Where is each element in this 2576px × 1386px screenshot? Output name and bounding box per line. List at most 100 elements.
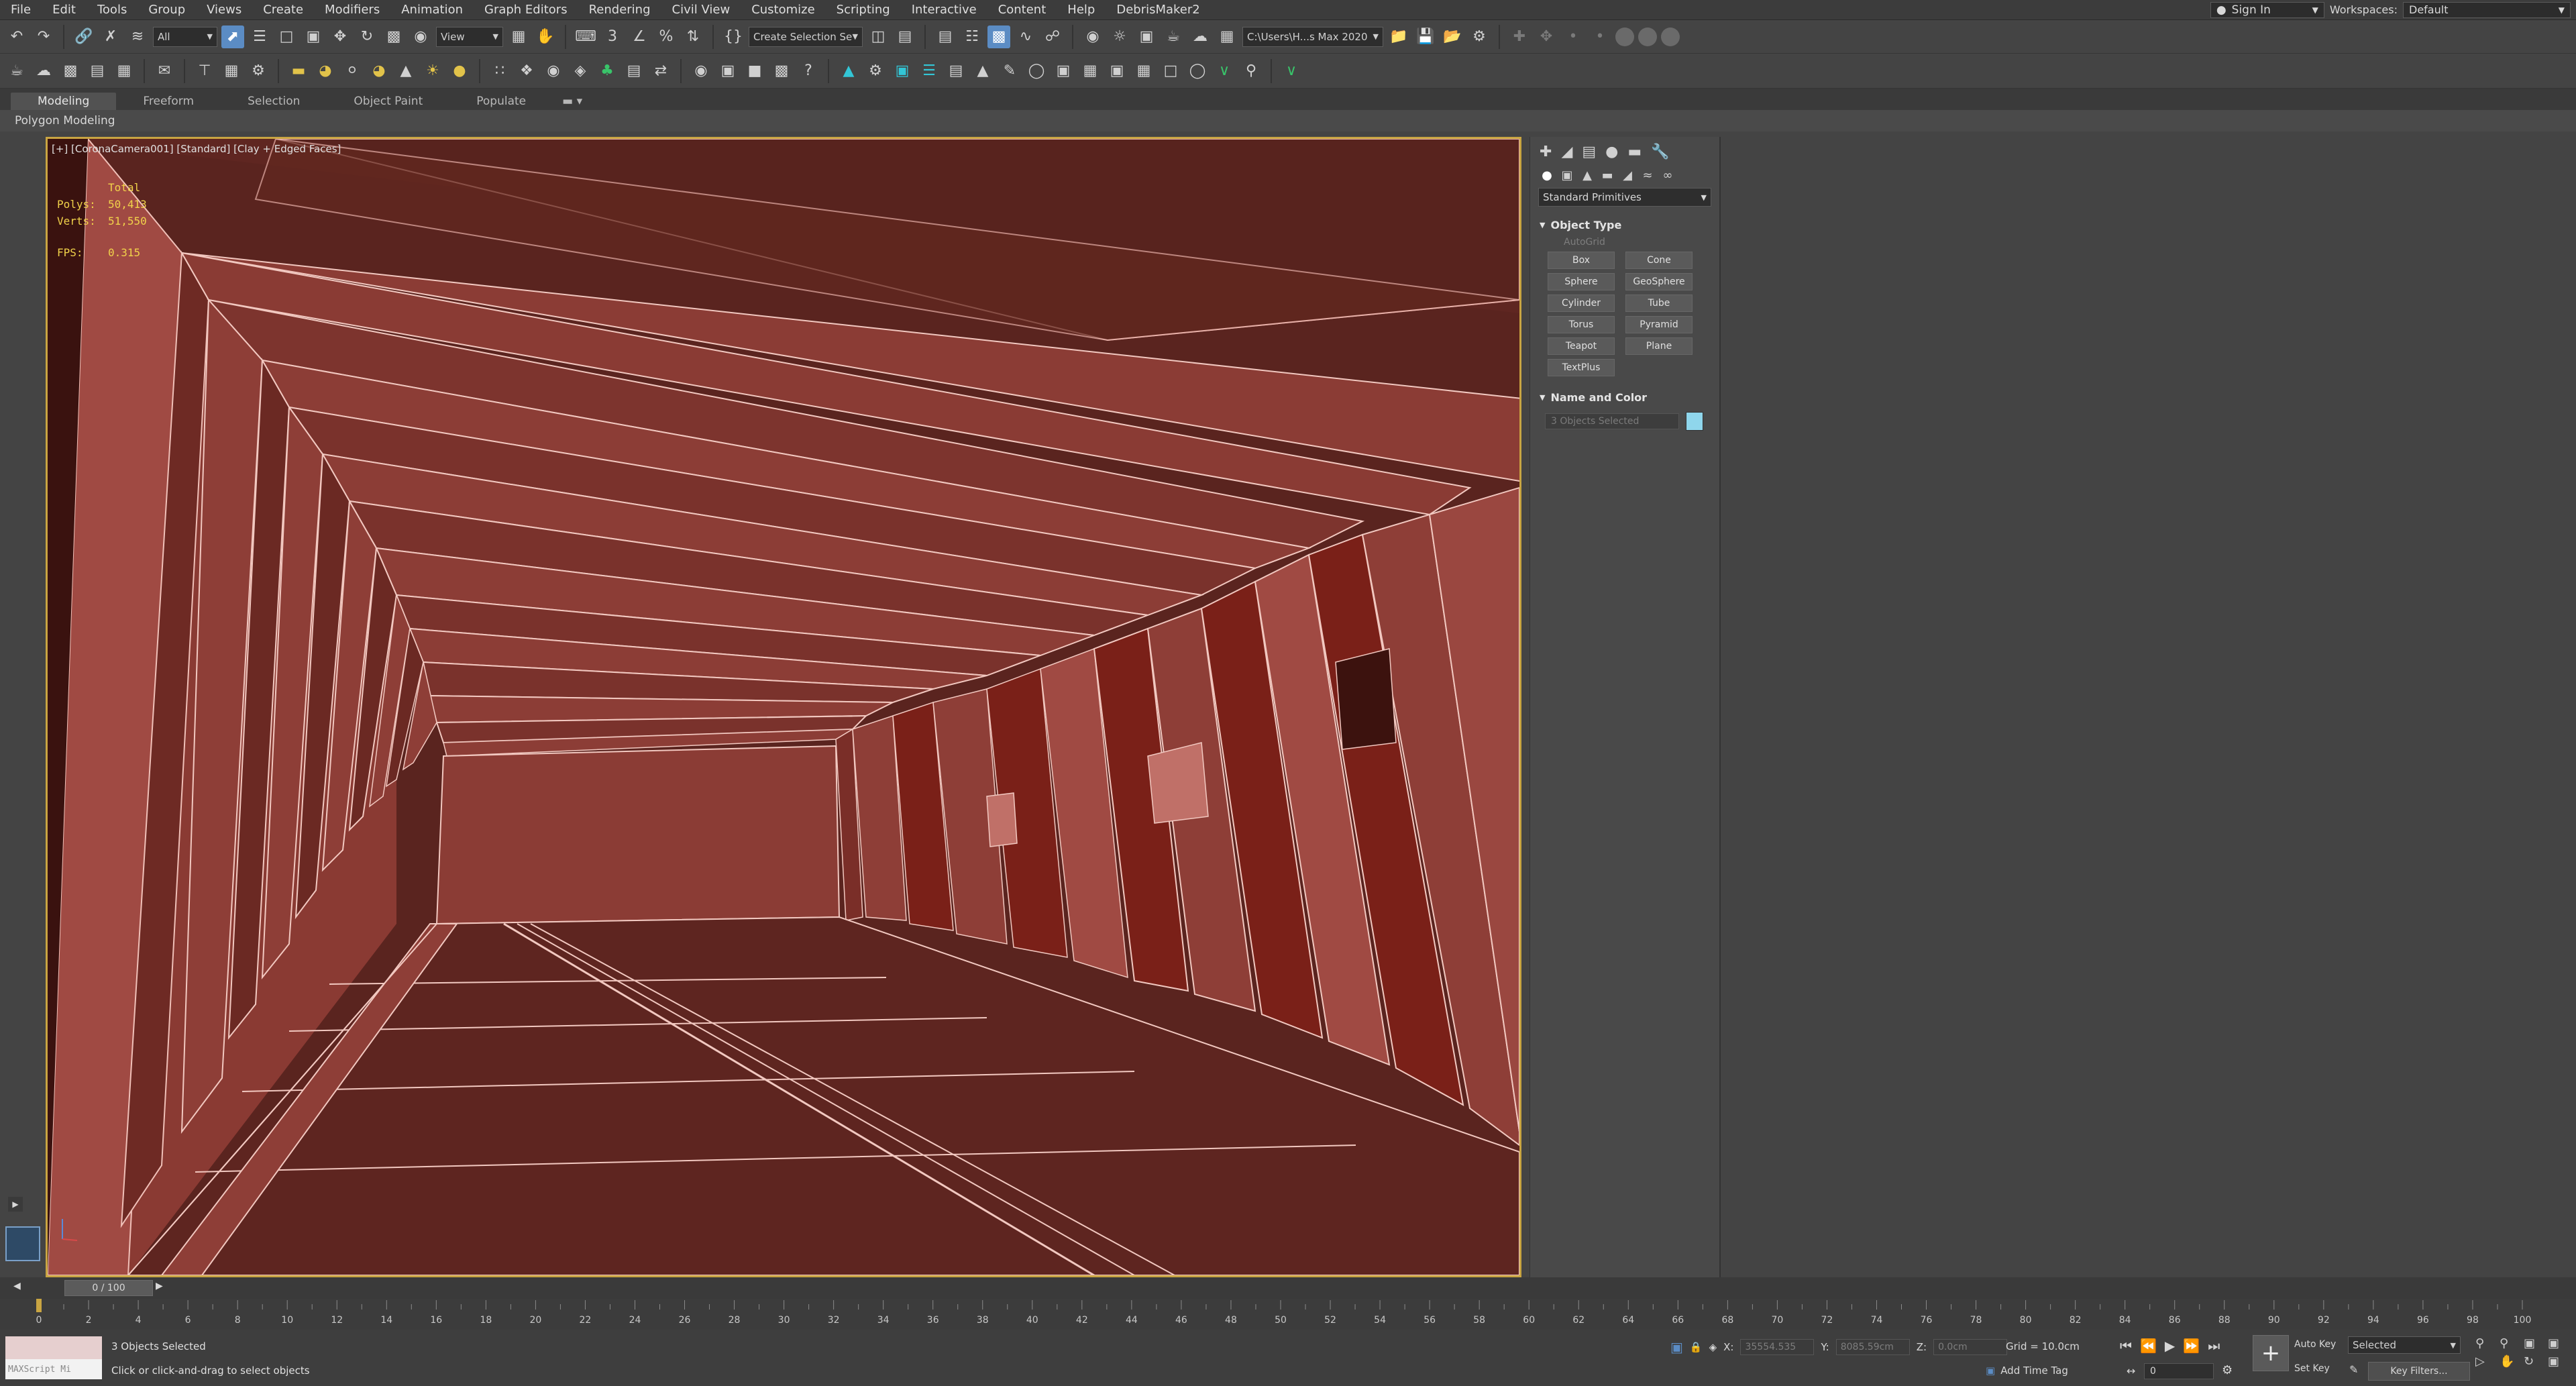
select-move-icon[interactable]: ✥ [329,25,352,48]
go-to-end-icon[interactable]: ⏭ [2208,1338,2220,1354]
pivot-point-icon[interactable]: ▦ [507,25,530,48]
render-production-icon[interactable]: ☕ [1162,25,1185,48]
pin-icon[interactable]: ⚲ [1240,60,1263,83]
geometry-icon[interactable]: ● [1540,168,1554,182]
tab-object-paint[interactable]: Object Paint [327,93,449,110]
pan-icon[interactable]: ✋ [2500,1354,2521,1369]
viewport-label[interactable]: [+] [CoronaCamera001] [Standard] [Clay +… [52,143,341,155]
current-frame-marker[interactable] [36,1299,42,1312]
menu-file[interactable]: File [0,3,42,17]
cylinder-button[interactable]: Cylinder [1548,295,1615,312]
chat-icon[interactable]: ✉ [153,60,176,83]
a360-gallery-icon[interactable]: ▦ [1216,25,1238,48]
zoom-extents-icon[interactable]: ▣ [2524,1336,2545,1350]
set-project-icon[interactable]: 📂 [1441,25,1464,48]
workspaces-dropdown[interactable]: Default ▼ [2403,1,2571,18]
tube-button[interactable]: Tube [1625,295,1693,312]
settings-icon[interactable]: ⚙ [864,60,887,83]
play-icon[interactable]: ▶ [2165,1338,2175,1354]
zoom-icon[interactable]: ⚲ [2475,1336,2497,1350]
cone-button[interactable]: Cone [1625,252,1693,269]
polygon-modeling-panel[interactable]: Polygon Modeling [15,114,115,127]
menu-tools[interactable]: Tools [87,3,138,17]
menu-debrismaker2[interactable]: DebrisMaker2 [1106,3,1210,17]
selection-filter-dropdown[interactable]: All ▼ [153,26,217,47]
unlink-icon[interactable]: ✗ [99,25,122,48]
textplus-button[interactable]: TextPlus [1548,359,1615,376]
zoom-all-icon[interactable]: ⚲ [2500,1336,2521,1350]
window-crossing-icon[interactable]: ▣ [302,25,325,48]
previous-frame-icon[interactable]: ⏪ [2140,1338,2157,1354]
render-setup-icon[interactable]: ☼ [1108,25,1131,48]
converter-icon[interactable]: ⇄ [649,60,672,83]
light-bulb-icon[interactable]: ▲ [837,60,860,83]
zoom-extents-all-icon[interactable]: ▣ [2548,1336,2569,1350]
autogrid-checkbox[interactable]: AutoGrid [1536,234,1714,252]
dot-icon[interactable]: • [1562,25,1585,48]
plane-button[interactable]: Plane [1625,337,1693,355]
time-slider-thumb[interactable]: 0 / 100 [64,1280,153,1296]
cone-light-icon[interactable]: ▲ [394,60,417,83]
display-tab-icon[interactable]: ▬ [1627,144,1642,160]
image-icon[interactable]: ▩ [59,60,82,83]
plane-icon[interactable]: ▬ [287,60,310,83]
open-project-icon[interactable]: 📁 [1387,25,1410,48]
key-mode-toggle-icon[interactable]: ↔ [2127,1365,2135,1377]
track-bar[interactable]: 0 2 4 6 8 10 12 14 16 18 20 22 24 26 28 30 32 34 36 38 40 42 4… [0,1299,2576,1330]
select-scale-icon[interactable]: ▩ [382,25,405,48]
ring-icon[interactable]: ◯ [1025,60,1048,83]
toggle-ribbon-icon[interactable]: ▩ [987,25,1010,48]
perspective-viewport[interactable]: [+] [CoronaCamera001] [Standard] [Clay +… [46,137,1521,1277]
maxscript-listener[interactable]: MAXScript Mi [5,1336,102,1381]
keyboard-shortcut-override-icon[interactable]: ⌨ [574,25,597,48]
bind-space-warp-icon[interactable]: ≋ [126,25,149,48]
tab-freeform[interactable]: Freeform [116,93,221,110]
box-select-icon[interactable]: □ [1159,60,1182,83]
link-icon[interactable]: 🔗 [72,25,95,48]
curve-editor-icon[interactable]: ∿ [1014,25,1037,48]
cube-icon[interactable]: ■ [743,60,766,83]
tab-modeling[interactable]: Modeling [11,93,117,110]
material-library-icon[interactable]: ▤ [623,60,645,83]
project-options-icon[interactable]: ⚙ [1468,25,1491,48]
menu-customize[interactable]: Customize [741,3,825,17]
frame-icon[interactable]: ▣ [1052,60,1075,83]
time-slider-left-arrow-icon[interactable]: ◀ [13,1281,21,1291]
motion-tab-icon[interactable]: ● [1605,144,1618,160]
z-coordinate-field[interactable]: 0.0cm [1933,1339,2008,1355]
globe-icon[interactable]: ◉ [690,60,712,83]
expand-toolbar-icon[interactable]: ∨ [1280,60,1303,83]
schematic-view-icon[interactable]: ☍ [1041,25,1064,48]
reference-coordinate-dropdown[interactable]: View ▼ [436,26,503,47]
snap-icon[interactable]: ✥ [1535,25,1558,48]
layers-icon[interactable]: ☰ [918,60,941,83]
pyramid-button[interactable]: Pyramid [1625,316,1693,333]
lights-icon[interactable]: ▲ [1580,168,1595,182]
mirror-icon[interactable]: ▲ [971,60,994,83]
time-slider-right-arrow-icon[interactable]: ▶ [156,1281,163,1291]
save-project-icon[interactable]: 💾 [1414,25,1437,48]
next-frame-icon[interactable]: ⏩ [2183,1338,2200,1354]
pen-icon[interactable]: ✎ [998,60,1021,83]
proxy-icon[interactable]: ❖ [515,60,538,83]
rendered-frame-window-icon[interactable]: ▣ [1135,25,1158,48]
key-mode-dropdown[interactable]: Selected ▼ [2348,1336,2461,1354]
teapot-icon[interactable]: ☕ [5,60,28,83]
eye-icon[interactable]: ◯ [1186,60,1209,83]
copy-icon[interactable]: ▣ [716,60,739,83]
save-icon[interactable]: ▩ [770,60,793,83]
menu-scripting[interactable]: Scripting [826,3,901,17]
material-editor-icon[interactable]: ◉ [1081,25,1104,48]
select-object-icon[interactable]: ⬈ [221,25,244,48]
rectangular-selection-icon[interactable]: □ [275,25,298,48]
selection-lock-icon[interactable]: 🔒 [1690,1341,1703,1353]
mirror-icon[interactable]: ◫ [867,25,890,48]
grid-view-icon[interactable]: ▦ [1079,60,1102,83]
viewport-layout-thumbnail[interactable] [5,1226,40,1261]
key-filters-button[interactable]: Key Filters... [2368,1362,2470,1381]
menu-rendering[interactable]: Rendering [578,3,661,17]
align-icon[interactable]: ▤ [894,25,916,48]
snaps-toggle-icon[interactable]: 3 [601,25,624,48]
menu-help[interactable]: Help [1057,3,1106,17]
tree-icon[interactable]: ♣ [596,60,619,83]
